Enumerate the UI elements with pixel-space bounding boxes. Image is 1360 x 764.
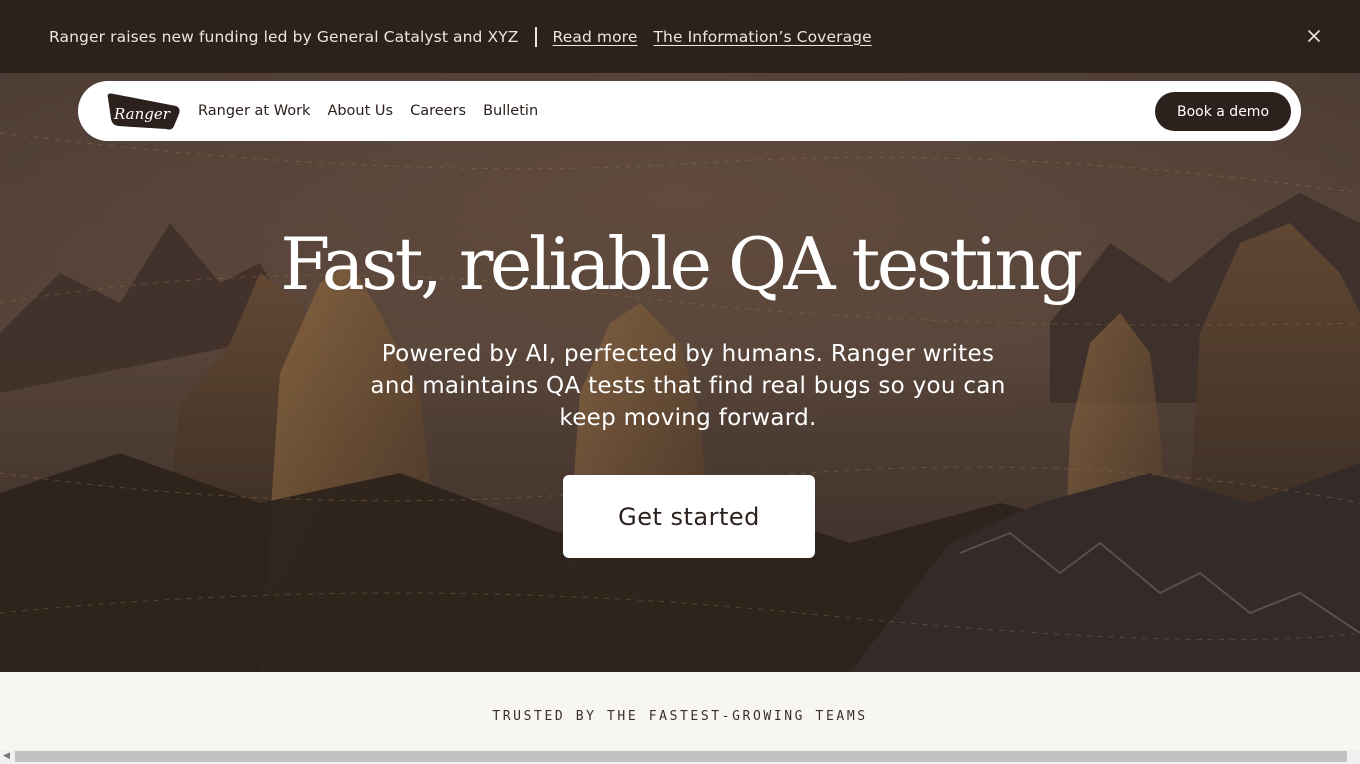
nav-links: Ranger at Work About Us Careers Bulletin [198,81,555,141]
nav-link-about-us[interactable]: About Us [327,103,393,119]
hero-subtext: Powered by AI, perfected by humans. Rang… [370,341,1006,431]
scroll-left-icon[interactable]: ◀ [3,751,10,761]
scrollbar-thumb[interactable] [15,751,1347,762]
ranger-logo[interactable]: Ranger [104,90,182,132]
announcement-divider [534,26,537,47]
main-navigation: Ranger Ranger at Work About Us Careers B… [78,81,1301,141]
announcement-text: Ranger raises new funding led by General… [49,27,519,46]
nav-link-bulletin[interactable]: Bulletin [483,103,538,119]
trusted-label: TRUSTED BY THE FASTEST-GROWING TEAMS [492,709,868,724]
nav-link-careers[interactable]: Careers [410,103,466,119]
read-more-link[interactable]: Read more [553,28,638,46]
book-demo-button[interactable]: Book a demo [1155,92,1291,131]
horizontal-scrollbar[interactable]: ◀ [0,750,1360,764]
coverage-link[interactable]: The Information’s Coverage [653,28,871,46]
nav-link-ranger-at-work[interactable]: Ranger at Work [198,103,310,119]
close-icon[interactable] [1304,26,1324,46]
hero-headline: Fast, reliable QA testing [280,222,1083,306]
svg-text:Ranger: Ranger [113,105,171,123]
get-started-button[interactable]: Get started [563,475,815,558]
announcement-bar: Ranger raises new funding led by General… [0,0,1360,73]
